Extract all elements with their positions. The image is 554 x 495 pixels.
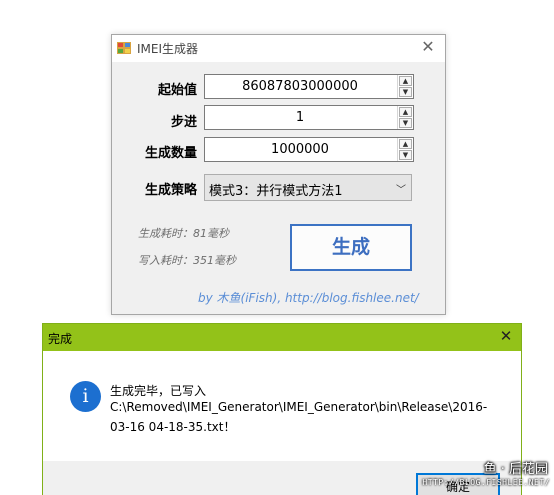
strategy-label: 生成策略 <box>144 183 197 198</box>
dialog-title-bar: 完成 ✕ <box>43 324 521 351</box>
stepper-buttons: ▲ ▼ <box>397 75 413 98</box>
watermark: 鱼 · 后花园 HTTP://BLOG.FISHLEE.NET/ <box>414 452 552 492</box>
strategy-selected-value: 模式3：并行模式方法1 <box>209 184 343 199</box>
watermark-url: HTTP://BLOG.FISHLEE.NET/ <box>422 478 550 487</box>
start-value-label: 起始值 <box>157 83 197 98</box>
gen-time-text: 生成耗时：81毫秒 <box>138 227 229 240</box>
count-label: 生成数量 <box>144 146 197 161</box>
watermark-name: 鱼 · 后花园 <box>483 462 548 477</box>
step-input[interactable]: 1 <box>205 106 395 129</box>
stepper-buttons: ▲ ▼ <box>397 138 413 161</box>
message-line-1: 生成完毕，已写入 <box>110 384 207 398</box>
step-label: 步进 <box>170 115 197 130</box>
message-line-2: C:\Removed\IMEI_Generator\IMEI_Generator… <box>110 400 488 414</box>
increment-arrow-icon[interactable]: ▲ <box>399 107 412 117</box>
generate-button[interactable]: 生成 <box>290 224 412 271</box>
count-input[interactable]: 1000000 <box>205 138 395 161</box>
close-icon[interactable]: ✕ <box>419 38 437 56</box>
decrement-arrow-icon[interactable]: ▼ <box>399 150 412 160</box>
close-icon[interactable]: ✕ <box>497 327 515 345</box>
window-title: IMEI生成器 <box>137 42 199 56</box>
imei-generator-window: IMEI生成器 ✕ 起始值 86087803000000 ▲ ▼ 步进 1 ▲ … <box>111 34 446 315</box>
info-icon: i <box>70 381 101 412</box>
title-bar: IMEI生成器 ✕ <box>112 35 445 62</box>
strategy-select[interactable]: 模式3：并行模式方法1 ﹀ <box>204 174 412 201</box>
write-time-text: 写入耗时：351毫秒 <box>138 254 236 267</box>
increment-arrow-icon[interactable]: ▲ <box>399 139 412 149</box>
app-icon <box>117 42 131 54</box>
increment-arrow-icon[interactable]: ▲ <box>399 76 412 86</box>
start-value-stepper[interactable]: 86087803000000 ▲ ▼ <box>204 74 414 99</box>
count-stepper[interactable]: 1000000 ▲ ▼ <box>204 137 414 162</box>
message-line-3: 03-16 04-18-35.txt！ <box>110 420 236 434</box>
decrement-arrow-icon[interactable]: ▼ <box>399 87 412 97</box>
chevron-down-icon[interactable]: ﹀ <box>396 181 406 196</box>
start-value-input[interactable]: 86087803000000 <box>205 75 395 98</box>
decrement-arrow-icon[interactable]: ▼ <box>399 118 412 128</box>
dialog-title: 完成 <box>48 332 73 346</box>
credit-link[interactable]: by 木鱼(iFish), http://blog.fishlee.net/ <box>198 289 419 306</box>
stepper-buttons: ▲ ▼ <box>397 106 413 129</box>
step-stepper[interactable]: 1 ▲ ▼ <box>204 105 414 130</box>
